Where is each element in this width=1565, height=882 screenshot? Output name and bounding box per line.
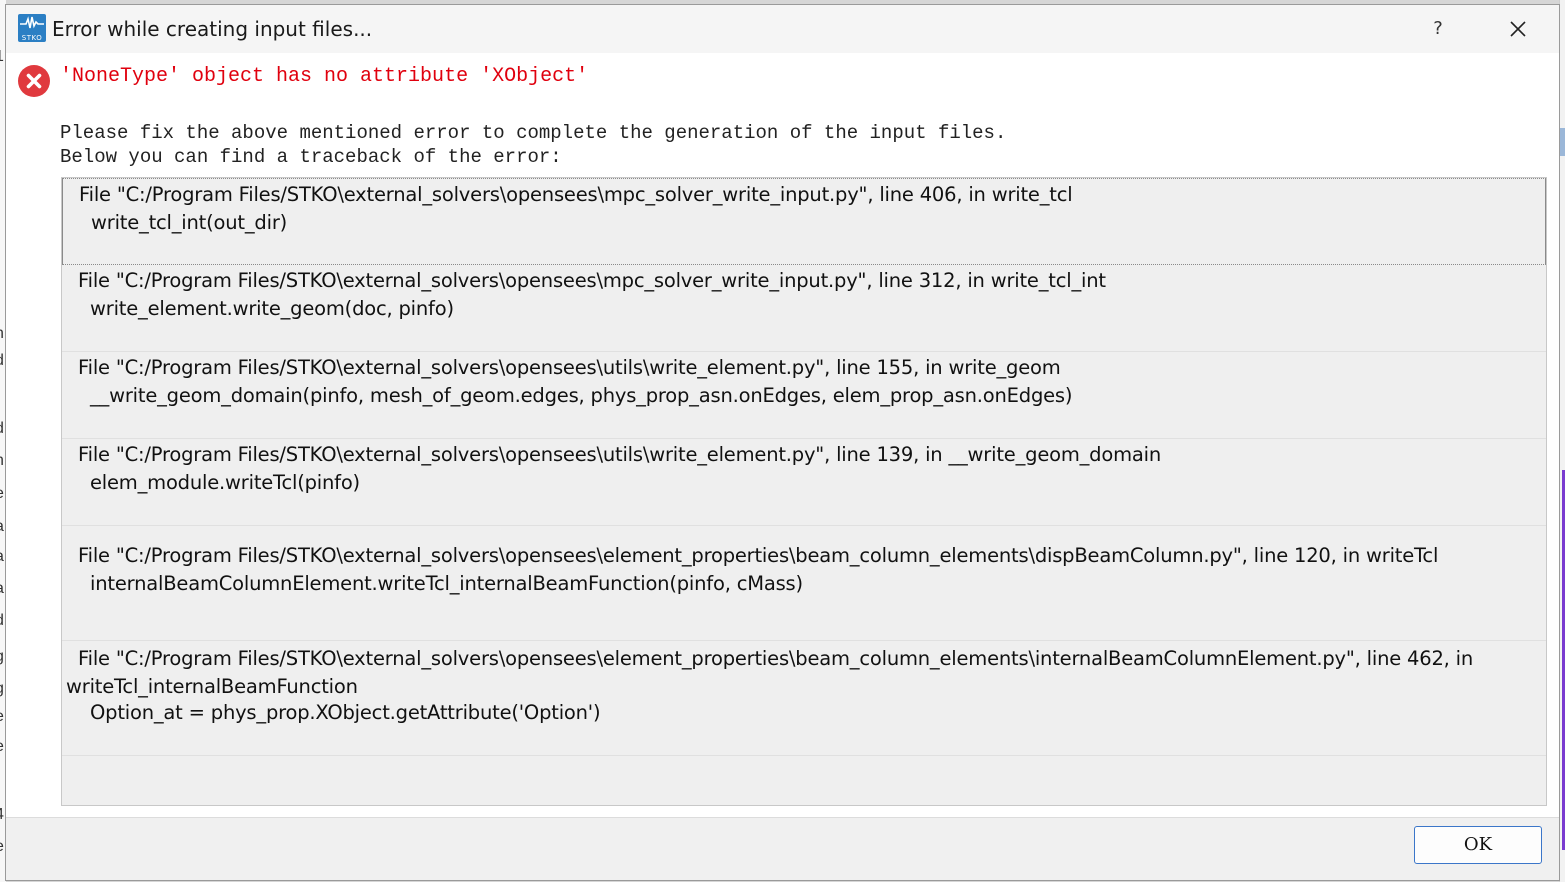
background-char: d (0, 612, 4, 630)
ok-button[interactable]: OK (1414, 826, 1542, 864)
background-char: n (0, 452, 4, 470)
background-char: g (0, 648, 4, 666)
background-char: 1 (0, 48, 4, 66)
background-char: a (0, 548, 4, 566)
background-char: d (0, 420, 4, 438)
title-bar: STKO Error while creating input files...… (6, 5, 1559, 53)
traceback-item[interactable]: File "C:/Program Files/STKO\external_sol… (62, 641, 1546, 756)
traceback-file-line: File "C:/Program Files/STKO\external_sol… (66, 647, 1474, 698)
info-text-line-2: Below you can find a traceback of the er… (60, 146, 562, 168)
close-icon (1510, 21, 1526, 37)
traceback-file-line: File "C:/Program Files/STKO\external_sol… (78, 356, 1061, 379)
traceback-code-line: __write_geom_domain(pinfo, mesh_of_geom.… (90, 384, 1073, 407)
window-title: Error while creating input files... (52, 17, 373, 41)
traceback-item[interactable]: File "C:/Program Files/STKO\external_sol… (62, 526, 1546, 641)
background-char: a (0, 518, 4, 536)
traceback-item[interactable]: File "C:/Program Files/STKO\external_sol… (62, 265, 1546, 352)
background-char: n (0, 325, 4, 343)
background-char: e (0, 485, 4, 503)
traceback-code-line: internalBeamColumnElement.writeTcl_inter… (90, 572, 803, 595)
traceback-file-line: File "C:/Program Files/STKO\external_sol… (78, 544, 1439, 567)
background-char: d (0, 352, 4, 370)
traceback-file-line: File "C:/Program Files/STKO\external_sol… (79, 183, 1073, 206)
traceback-code-line: write_element.write_geom(doc, pinfo) (90, 297, 454, 320)
traceback-file-line: File "C:/Program Files/STKO\external_sol… (78, 443, 1162, 466)
background-char: 4 (0, 806, 4, 824)
app-icon-label: STKO (21, 34, 43, 42)
stko-app-icon: STKO (18, 14, 46, 42)
background-char: e (0, 708, 4, 726)
traceback-file-line: File "C:/Program Files/STKO\external_sol… (78, 269, 1106, 292)
help-button[interactable]: ? (1416, 11, 1460, 47)
background-char: g (0, 680, 4, 698)
traceback-item[interactable]: File "C:/Program Files/STKO\external_sol… (62, 178, 1546, 265)
traceback-item[interactable]: File "C:/Program Files/STKO\external_sol… (62, 352, 1546, 439)
traceback-code-line: Option_at = phys_prop.XObject.getAttribu… (90, 701, 601, 724)
error-message: 'NoneType' object has no attribute 'XObj… (60, 65, 589, 88)
traceback-item[interactable]: File "C:/Program Files/STKO\external_sol… (62, 439, 1546, 526)
error-dialog: STKO Error while creating input files...… (5, 4, 1560, 881)
button-bar (6, 818, 1559, 880)
close-button[interactable] (1496, 11, 1540, 47)
error-icon (18, 65, 50, 97)
traceback-list[interactable]: File "C:/Program Files/STKO\external_sol… (61, 177, 1547, 806)
background-selection (1560, 128, 1565, 156)
background-char: e (0, 838, 4, 856)
info-text-line-1: Please fix the above mentioned error to … (60, 122, 1007, 144)
traceback-code-line: elem_module.writeTcl(pinfo) (90, 471, 360, 494)
traceback-code-line: write_tcl_int(out_dir) (91, 211, 288, 234)
background-char: a (0, 580, 4, 598)
